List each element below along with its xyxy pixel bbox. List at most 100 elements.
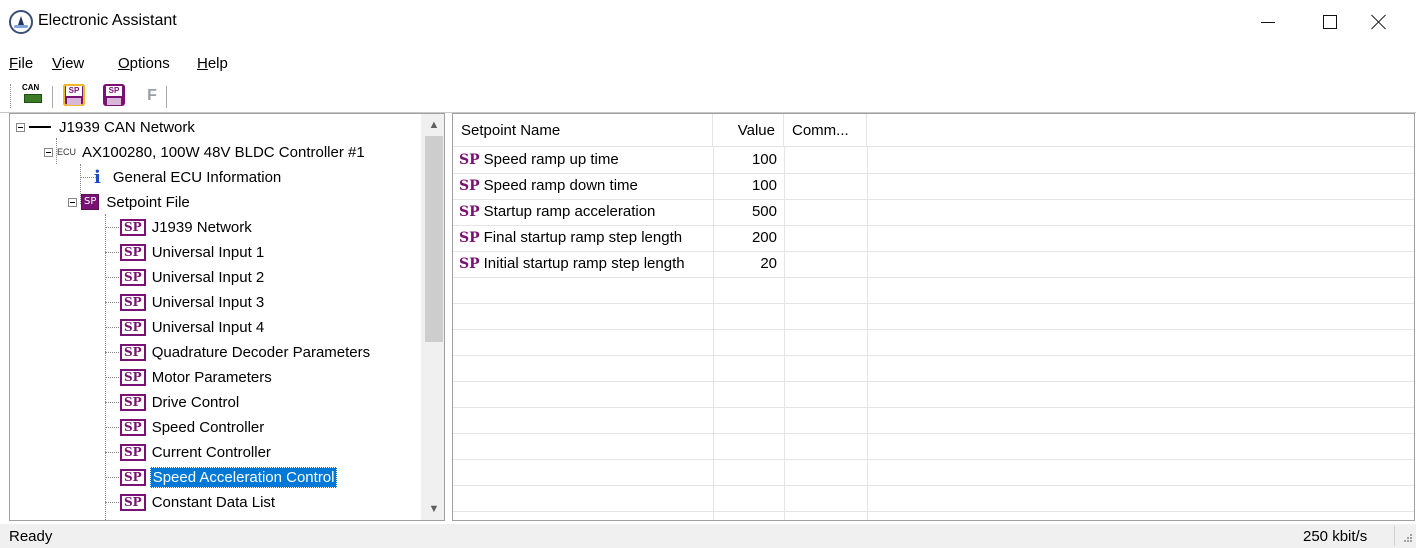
setpoint-icon: SP [120, 468, 146, 486]
setpoint-value: 100 [751, 151, 777, 168]
setpoint-row[interactable]: SP Speed ramp up time 100 [453, 148, 867, 174]
minimize-icon [1261, 21, 1275, 23]
tree-connector [105, 402, 119, 403]
tree-connector [105, 302, 119, 303]
tree-view[interactable]: J1939 CAN Network ECU AX100280, 100W 48V… [9, 113, 445, 521]
sp-icon-label: SP [66, 86, 82, 96]
close-icon [1371, 14, 1387, 30]
maximize-icon [1323, 15, 1337, 29]
menu-view-mnemonic: V [52, 55, 62, 72]
tree-item-label: Universal Input 3 [151, 293, 265, 311]
menu-options-mnemonic: O [118, 55, 130, 72]
setpoint-icon: SP [120, 318, 146, 336]
tree-connector [105, 352, 119, 353]
tree-item-setpoint-group[interactable]: SP Speed Acceleration Control [120, 465, 338, 489]
menu-view[interactable]: View [52, 55, 84, 72]
close-button[interactable] [1356, 4, 1402, 40]
tree-item-ecu[interactable]: ECU AX100280, 100W 48V BLDC Controller #… [44, 140, 367, 164]
setpoint-icon: SP [120, 343, 146, 361]
setpoint-name: SP Final startup ramp step length [459, 229, 682, 246]
setpoint-icon: SP [120, 243, 146, 261]
setpoint-value: 200 [751, 229, 777, 246]
tree-connector [105, 327, 119, 328]
tree-item-setpoint-group[interactable]: SP Universal Input 1 [120, 240, 266, 264]
app-logo-icon [9, 10, 33, 34]
setpoint-row[interactable]: SP Speed ramp down time 100 [453, 174, 867, 200]
tree-item-setpoint-group[interactable]: SP Quadrature Decoder Parameters [120, 340, 372, 364]
tree-scrollbar[interactable]: ▲ ▼ [421, 114, 444, 520]
tree-connector [105, 477, 119, 478]
tree-item-label: Universal Input 1 [151, 243, 265, 261]
tree-item-setpoint-group[interactable]: SP Universal Input 2 [120, 265, 266, 289]
open-setpoint-file-button[interactable]: SP [63, 84, 87, 108]
tree-item-setpoint-file[interactable]: SP Setpoint File [68, 190, 192, 214]
collapse-toggle-icon[interactable] [44, 147, 53, 157]
setpoint-list[interactable]: Setpoint Name Value Comm... SP Speed ramp… [452, 113, 1415, 521]
setpoint-icon: SP [120, 268, 146, 286]
tree-item-setpoint-group[interactable]: SP Speed Controller [120, 415, 266, 439]
setpoint-file-icon: SP [81, 194, 100, 210]
minimize-button[interactable] [1245, 4, 1291, 40]
tree-item-setpoint-group[interactable]: SP J1939 Network [120, 215, 254, 239]
setpoint-icon: SP [120, 493, 146, 511]
status-text: Ready [9, 528, 53, 545]
info-icon: i [94, 166, 101, 188]
menu-options[interactable]: Options [118, 55, 170, 72]
tree-connector [105, 277, 119, 278]
tree-connector [105, 214, 106, 520]
save-setpoint-file-button[interactable]: SP [103, 84, 127, 108]
flash-button[interactable]: F [140, 84, 164, 108]
setpoint-icon: SP [120, 293, 146, 311]
grid-line [453, 329, 1414, 330]
maximize-button[interactable] [1307, 4, 1353, 40]
grid-line [453, 433, 1414, 434]
tree-connector [105, 227, 119, 228]
scroll-up-icon[interactable]: ▲ [422, 114, 444, 136]
menu-file[interactable]: File [9, 55, 33, 72]
setpoint-row[interactable]: SP Startup ramp acceleration 500 [453, 200, 867, 226]
tree-item-general-info[interactable]: i General ECU Information [88, 165, 283, 189]
setpoint-row[interactable]: SP Final startup ramp step length 200 [453, 226, 867, 252]
tree-item-setpoint-group[interactable]: SP Universal Input 3 [120, 290, 266, 314]
column-header-value[interactable]: Value [713, 114, 784, 147]
grid-line [867, 147, 868, 520]
collapse-toggle-icon[interactable] [16, 122, 25, 132]
setpoint-name: SP Speed ramp up time [459, 151, 619, 168]
open-setpoint-icon: SP [63, 84, 85, 106]
setpoint-row[interactable]: SP Initial startup ramp step length 20 [453, 252, 867, 278]
can-icon-text: CAN [22, 83, 40, 92]
tree-item-label: Speed Acceleration Control [149, 466, 338, 488]
menu-help[interactable]: Help [197, 55, 228, 72]
scroll-thumb[interactable] [425, 136, 443, 342]
setpoint-icon: SP [459, 230, 480, 246]
tree-item-setpoint-group[interactable]: SP Current Controller [120, 440, 273, 464]
setpoint-icon: SP [459, 178, 480, 194]
menu-file-rest: ile [18, 55, 34, 72]
tree-connector [105, 427, 119, 428]
can-connect-button[interactable]: CAN [22, 84, 46, 108]
column-header-comment[interactable]: Comm... [784, 114, 867, 147]
setpoint-icon: SP [120, 418, 146, 436]
tree-item-setpoint-group[interactable]: SP Drive Control [120, 390, 241, 414]
scroll-down-icon[interactable]: ▼ [422, 498, 444, 520]
tree-item-setpoint-group[interactable]: SP Universal Input 4 [120, 315, 266, 339]
grid-line [453, 303, 1414, 304]
toolbar-grip[interactable] [10, 84, 13, 108]
toolbar: CAN SP SP F [0, 80, 1416, 112]
setpoint-icon: SP [459, 204, 480, 220]
tree-item-setpoint-group[interactable]: SP Motor Parameters [120, 365, 274, 389]
save-setpoint-icon: SP [103, 84, 125, 106]
status-bar: Ready 250 kbit/s [0, 524, 1416, 548]
menu-help-mnemonic: H [197, 55, 208, 72]
list-header: Setpoint Name Value Comm... [453, 114, 1414, 147]
setpoint-icon: SP [459, 256, 480, 272]
tree-connector [105, 502, 119, 503]
column-header-name[interactable]: Setpoint Name [453, 114, 713, 147]
collapse-toggle-icon[interactable] [68, 197, 77, 207]
tree-item-setpoint-group[interactable]: SP Constant Data List [120, 490, 277, 514]
tree-item-network[interactable]: J1939 CAN Network [16, 115, 197, 139]
resize-grip-icon[interactable] [1404, 534, 1412, 544]
ecu-icon: ECU [57, 147, 77, 157]
grid-line [453, 511, 1414, 512]
tree-item-label: AX100280, 100W 48V BLDC Controller #1 [82, 143, 365, 161]
